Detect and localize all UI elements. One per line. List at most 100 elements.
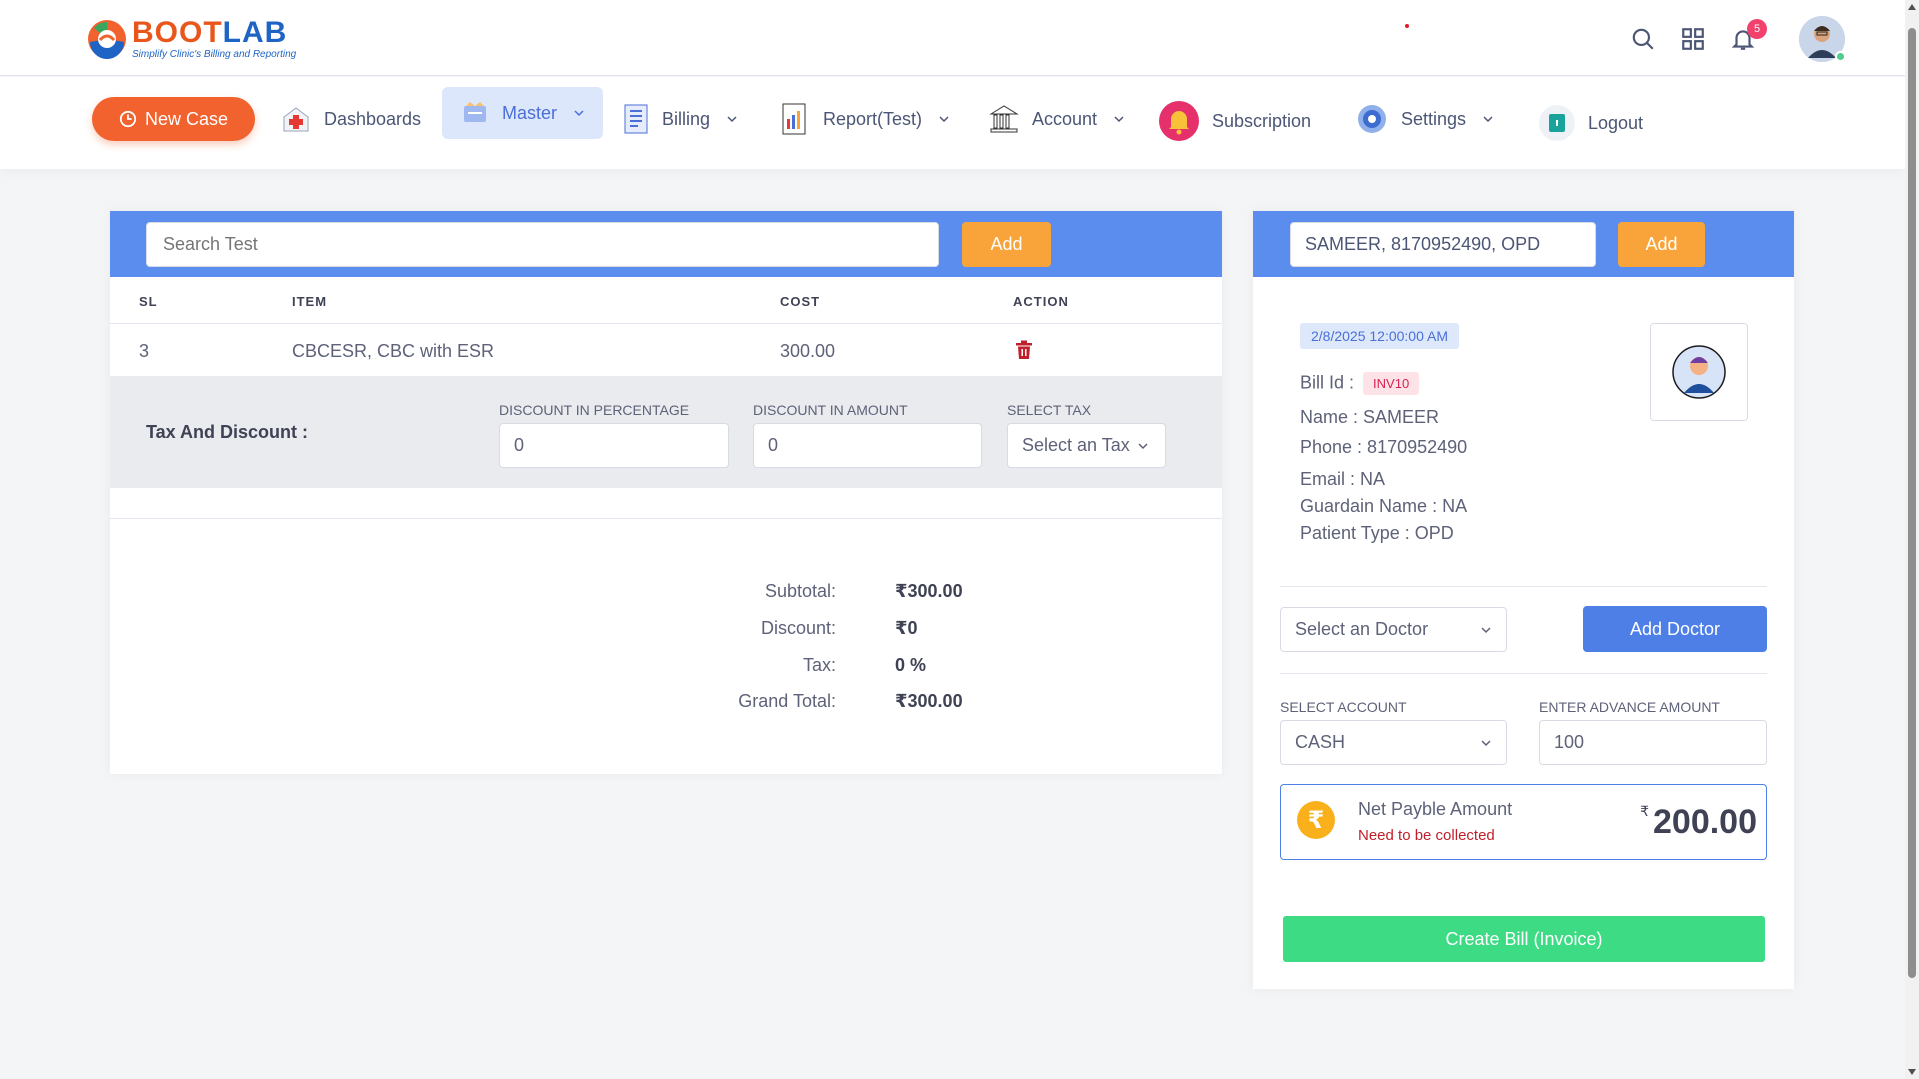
chevron-down-icon — [1138, 442, 1148, 449]
col-cost: COST — [780, 294, 821, 309]
master-icon — [464, 102, 486, 122]
add-patient-button[interactable]: Add — [1618, 222, 1705, 267]
chevron-down-icon — [727, 116, 737, 123]
notification-badge: 5 — [1747, 19, 1767, 39]
search-test-input[interactable] — [146, 222, 939, 267]
patient-type: Patient Type : OPD — [1300, 523, 1454, 543]
discount-amount-input[interactable]: 0 — [753, 423, 982, 468]
patient-guardian: Guardain Name : NA — [1300, 496, 1468, 516]
select-doctor-dropdown[interactable]: Select an Doctor — [1280, 607, 1507, 652]
indicator-dot — [1405, 24, 1409, 28]
test-search-header: Add — [110, 211, 1222, 277]
select-tax-label: SELECT TAX — [1007, 402, 1092, 418]
table-row: 3 CBCESR, CBC with ESR 300.00 — [110, 324, 1222, 376]
chevron-down-icon — [574, 110, 584, 117]
tax-value: 0 % — [895, 655, 927, 675]
nav-billing-label: Billing — [662, 108, 711, 129]
nav-settings[interactable]: Settings — [1355, 93, 1494, 145]
new-case-label: New Case — [144, 108, 229, 129]
net-payable-label: Net Payble Amount — [1358, 799, 1513, 819]
patient-name: Name : SAMEER — [1300, 407, 1440, 427]
row-sl: 3 — [139, 341, 150, 361]
row-cost: 300.00 — [780, 341, 836, 361]
discount-percentage-input[interactable]: 0 — [499, 423, 729, 468]
scroll-down-arrow-icon[interactable] — [1908, 1069, 1916, 1075]
nav-logout[interactable]: Logout — [1538, 97, 1643, 149]
discount-value: ₹0 — [895, 618, 918, 638]
clock-icon — [119, 110, 137, 128]
main-nav: New Case Dashboards Master Billing Repor… — [0, 77, 1905, 169]
create-bill-button[interactable]: Create Bill (Invoice) — [1283, 916, 1765, 962]
chevron-down-icon — [1483, 116, 1493, 123]
nav-master[interactable]: Master — [442, 87, 604, 139]
bill-id-label: Bill Id : — [1300, 372, 1355, 393]
discount-amt-label: DISCOUNT IN AMOUNT — [753, 402, 908, 418]
top-bar: BOOTLAB Simplify Clinic's Billing and Re… — [0, 0, 1905, 76]
nav-report[interactable]: Report(Test) — [779, 93, 950, 145]
scroll-up-arrow-icon[interactable] — [1908, 4, 1916, 10]
apps-grid-icon[interactable] — [1679, 25, 1707, 53]
nav-billing[interactable]: Billing — [622, 93, 738, 145]
col-action: ACTION — [1013, 294, 1069, 309]
nav-dashboards[interactable]: Dashboards — [280, 93, 421, 145]
nav-dashboards-label: Dashboards — [324, 108, 422, 129]
discount-pct-label: DISCOUNT IN PERCENTAGE — [499, 402, 690, 418]
bill-date-badge: 2/8/2025 12:00:00 AM — [1300, 323, 1459, 349]
bill-id-badge: INV10 — [1363, 372, 1420, 395]
bank-icon — [989, 105, 1019, 133]
notification-bell-icon[interactable]: 5 — [1729, 19, 1767, 53]
patient-avatar-icon — [1672, 345, 1726, 399]
nav-logout-label: Logout — [1588, 112, 1644, 133]
tests-table-header: SL ITEM COST ACTION — [110, 277, 1222, 324]
divider — [110, 518, 1222, 519]
add-test-button[interactable]: Add — [962, 222, 1051, 267]
select-tax-dropdown[interactable]: Select an Tax — [1007, 423, 1166, 468]
advance-amount-input[interactable]: 100 — [1539, 720, 1767, 765]
nav-subscription[interactable]: Subscription — [1158, 95, 1311, 147]
bill-id-line: Bill Id : INV10 — [1300, 372, 1420, 395]
scroll-thumb[interactable] — [1908, 28, 1916, 978]
patient-email: Email : NA — [1300, 469, 1386, 489]
user-avatar[interactable] — [1799, 16, 1846, 62]
add-doctor-button[interactable]: Add Doctor — [1583, 606, 1767, 652]
online-status-dot — [1835, 51, 1846, 62]
gear-icon — [1358, 105, 1386, 133]
new-case-button[interactable]: New Case — [92, 97, 255, 141]
patient-search-input[interactable]: SAMEER, 8170952490, OPD — [1290, 222, 1596, 267]
grand-total-label: Grand Total: — [738, 691, 836, 711]
net-payable-note: Need to be collected — [1358, 827, 1495, 844]
patient-avatar — [1650, 323, 1748, 421]
subscription-bell-icon — [1159, 101, 1199, 141]
tax-discount-section: Tax And Discount : DISCOUNT IN PERCENTAG… — [110, 376, 1222, 488]
chevron-down-icon — [1481, 626, 1491, 633]
logo-mark-icon — [88, 20, 126, 59]
brand-tagline: Simplify Clinic's Billing and Reporting — [132, 49, 297, 60]
chevron-down-icon — [1114, 116, 1124, 123]
nav-settings-label: Settings — [1401, 108, 1467, 129]
nav-subscription-label: Subscription — [1212, 110, 1312, 131]
col-sl: SL — [139, 294, 158, 309]
delete-row-icon[interactable] — [1015, 340, 1033, 365]
page-scrollbar[interactable] — [1905, 0, 1919, 1079]
tax-label: Tax: — [802, 655, 836, 675]
net-payable-amount: ₹200.00 — [1640, 803, 1757, 841]
discount-label: Discount: — [760, 618, 836, 638]
advance-amount-label: ENTER ADVANCE AMOUNT — [1539, 699, 1720, 715]
select-account-label: SELECT ACCOUNT — [1280, 699, 1407, 715]
search-icon[interactable] — [1629, 25, 1657, 53]
select-account-dropdown[interactable]: CASH — [1280, 720, 1507, 765]
rupee-coin-icon: ₹ — [1297, 801, 1335, 839]
nav-account[interactable]: Account — [988, 93, 1125, 145]
grand-total-value: ₹300.00 — [895, 691, 963, 711]
col-item: ITEM — [292, 294, 328, 309]
nav-report-label: Report(Test) — [823, 108, 923, 129]
row-item: CBCESR, CBC with ESR — [292, 341, 495, 361]
billing-icon — [624, 104, 648, 134]
brand-logo[interactable]: BOOTLAB Simplify Clinic's Billing and Re… — [86, 18, 296, 60]
nav-master-label: Master — [502, 102, 558, 123]
net-payable-box: ₹ Net Payble Amount Need to be collected… — [1280, 784, 1767, 860]
nav-account-label: Account — [1032, 108, 1098, 129]
brand-name: BOOTLAB — [132, 16, 288, 49]
report-icon — [782, 103, 806, 135]
patient-phone: Phone : 8170952490 — [1300, 437, 1468, 457]
